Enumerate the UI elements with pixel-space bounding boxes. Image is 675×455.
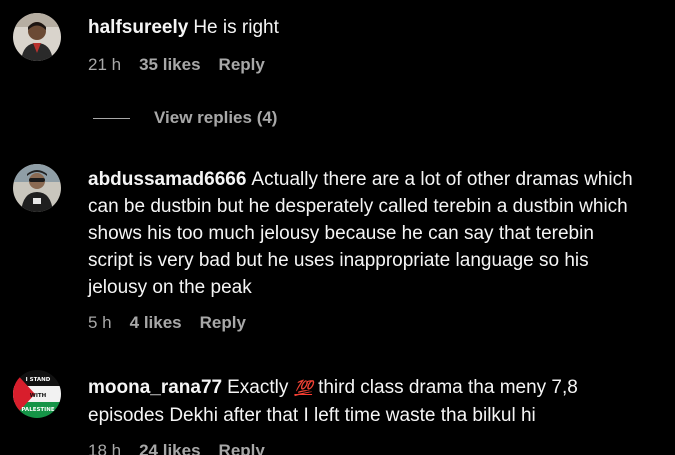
- comment-time: 18 h: [88, 441, 122, 455]
- comment-time: 5 h: [88, 313, 112, 332]
- view-replies-button[interactable]: View replies (4): [93, 108, 277, 128]
- avatar[interactable]: I STAND WITH PALESTINE: [13, 370, 61, 418]
- hundred-points-emoji-icon: 💯: [294, 380, 313, 397]
- avatar[interactable]: [13, 164, 61, 212]
- svg-text:WITH: WITH: [30, 393, 47, 399]
- comment-body: abdussamad6666 Actually there are a lot o…: [88, 166, 635, 333]
- view-replies-line: [93, 117, 130, 119]
- comment-content-before: Exactly: [227, 377, 289, 398]
- svg-text:PALESTINE: PALESTINE: [21, 407, 54, 413]
- comment-time: 21 h: [88, 55, 122, 74]
- reply-button[interactable]: Reply: [219, 441, 265, 455]
- reply-button[interactable]: Reply: [200, 313, 246, 333]
- comment-likes[interactable]: 35 likes: [139, 55, 200, 75]
- comment-username[interactable]: halfsureely: [88, 17, 188, 38]
- comment-text: abdussamad6666 Actually there are a lot o…: [88, 166, 635, 301]
- comment-meta: 21 h 35 likes Reply: [88, 55, 635, 75]
- comment-likes[interactable]: 24 likes: [139, 441, 200, 455]
- view-replies-label: View replies (4): [154, 108, 278, 127]
- svg-text:I STAND: I STAND: [26, 377, 51, 383]
- comments-list: halfsureely He is right 21 h 35 likes Rep…: [0, 0, 675, 455]
- comment-text: halfsureely He is right: [88, 14, 635, 41]
- comment-meta: 18 h 24 likes Reply: [88, 441, 635, 455]
- comment-username[interactable]: abdussamad6666: [88, 169, 246, 190]
- comment-meta: 5 h 4 likes Reply: [88, 313, 635, 333]
- comment-body: moona_rana77 Exactly 💯 third class drama th…: [88, 374, 635, 455]
- comment-content: He is right: [193, 17, 279, 38]
- reply-button[interactable]: Reply: [219, 55, 265, 75]
- comment-likes[interactable]: 4 likes: [130, 313, 182, 333]
- comment-body: halfsureely He is right 21 h 35 likes Rep…: [88, 14, 635, 75]
- comment-text: moona_rana77 Exactly 💯 third class drama th…: [88, 374, 635, 429]
- avatar[interactable]: [13, 13, 61, 61]
- comment-username[interactable]: moona_rana77: [88, 377, 222, 398]
